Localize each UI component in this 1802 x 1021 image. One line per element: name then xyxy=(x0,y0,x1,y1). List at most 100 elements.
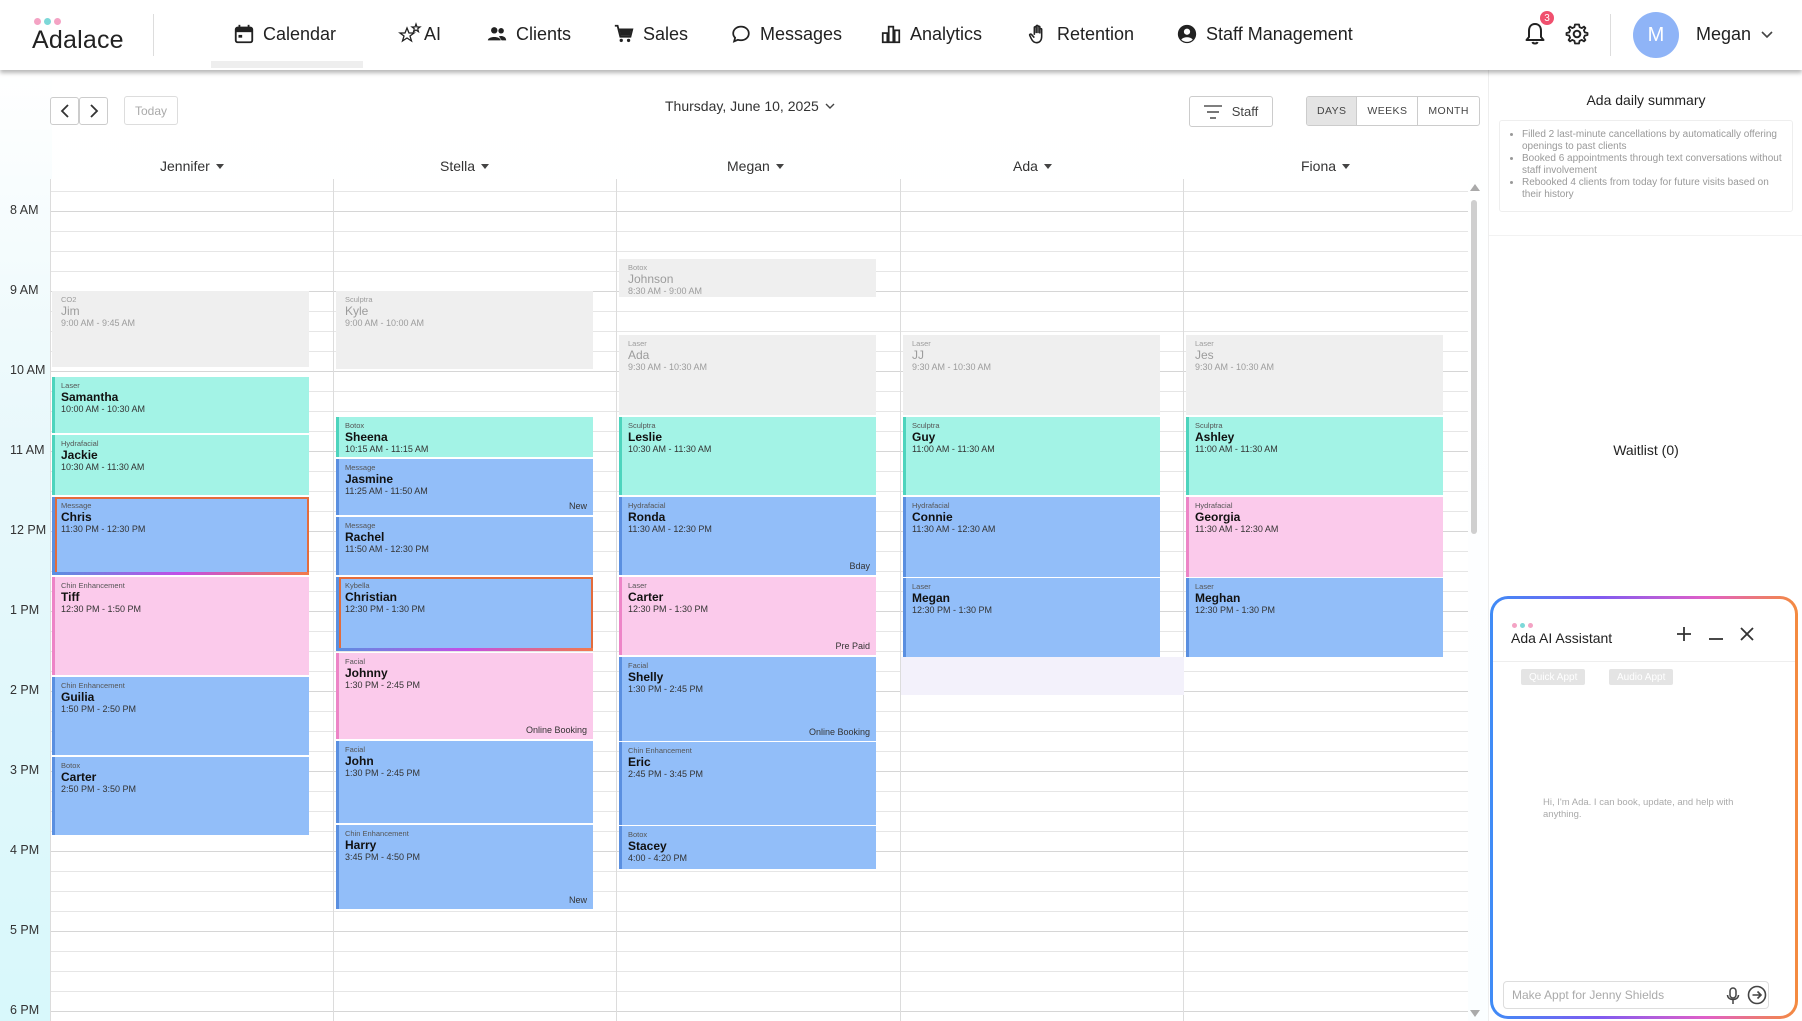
appointment-service: Botox xyxy=(345,421,365,431)
assistant-title: Ada AI Assistant xyxy=(1511,630,1613,646)
appointment-time: 11:30 AM - 12:30 AM xyxy=(1195,523,1279,534)
view-month-button[interactable]: MONTH xyxy=(1418,97,1479,125)
hour-label: 3 PM xyxy=(10,763,40,777)
appointment-block[interactable]: Kybella Christian 12:30 PM - 1:30 PM xyxy=(336,576,593,651)
summary-title: Ada daily summary xyxy=(1586,92,1706,108)
bell-icon[interactable] xyxy=(1523,21,1547,47)
appointment-block[interactable]: Hydrafacial Connie 11:30 AM - 12:30 AM xyxy=(903,496,1160,577)
appointment-service: Laser xyxy=(912,339,931,348)
appointment-block[interactable]: Sculptra Ashley 11:00 AM - 11:30 AM xyxy=(1186,416,1443,495)
appointment-client: Samantha xyxy=(61,390,119,405)
appointment-block[interactable]: Laser Ada 9:30 AM - 10:30 AM xyxy=(619,335,876,415)
nav-item-staff-management[interactable]: Staff Management xyxy=(1176,18,1353,50)
appointment-block[interactable]: Chin Enhancement Guilia 1:50 PM - 2:50 PM xyxy=(52,676,309,755)
appointment-block[interactable]: Laser Meghan 12:30 PM - 1:30 PM xyxy=(1186,578,1443,658)
appointment-block[interactable]: Facial Johnny 1:30 PM - 2:45 PM Online Book… xyxy=(336,652,593,739)
appointment-block[interactable]: Sculptra Kyle 9:00 AM - 10:00 AM xyxy=(336,291,593,370)
nav-item-analytics[interactable]: Analytics xyxy=(880,18,982,50)
today-button[interactable]: Today xyxy=(124,96,178,125)
appointment-block[interactable]: Botox Carter 2:50 PM - 3:50 PM xyxy=(52,756,309,835)
previous-day-button[interactable] xyxy=(50,97,79,125)
appointment-service: Chin Enhancement xyxy=(345,828,409,838)
appointment-block[interactable]: Message Rachel 11:50 AM - 12:30 PM xyxy=(336,516,593,575)
appointment-block[interactable]: Facial Shelly 1:30 PM - 2:45 PM Online Book… xyxy=(619,656,876,741)
nav-item-calendar[interactable]: Calendar xyxy=(233,18,336,50)
calendar-icon xyxy=(234,24,254,44)
appointment-client: Harry xyxy=(345,837,377,852)
send-icon[interactable] xyxy=(1747,985,1767,1005)
appointment-block[interactable]: Botox Johnson 8:30 AM - 9:00 AM xyxy=(619,259,876,298)
appointment-block[interactable]: Laser Megan 12:30 PM - 1:30 PM xyxy=(903,578,1160,658)
waitlist-label[interactable]: Waitlist (0) xyxy=(1489,442,1802,458)
appointment-block[interactable]: Facial John 1:30 PM - 2:45 PM xyxy=(336,740,593,823)
quick-appt-chip[interactable]: Quick Appt xyxy=(1521,669,1586,685)
highlighted-slot[interactable] xyxy=(901,657,1184,696)
audio-appt-chip[interactable]: Audio Appt xyxy=(1609,669,1674,685)
appointment-client: Christian xyxy=(345,589,398,604)
next-day-button[interactable] xyxy=(79,97,108,125)
appointment-client: Carter xyxy=(61,769,97,784)
appointment-block[interactable]: Botox Stacey 4:00 - 4:20 PM xyxy=(619,826,876,869)
staff-column-header[interactable]: Stella xyxy=(440,158,490,174)
appointment-time: 12:30 PM - 1:30 PM xyxy=(1195,605,1276,616)
appointment-service: Kybella xyxy=(345,580,370,590)
close-icon[interactable] xyxy=(1738,625,1756,643)
staff-filter-button[interactable]: Staff xyxy=(1189,96,1273,127)
date-picker[interactable]: Thursday, June 10, 2025 xyxy=(665,98,835,114)
appointment-time: 11:30 PM - 12:30 PM xyxy=(61,523,146,534)
scrollbar-thumb[interactable] xyxy=(1471,200,1477,534)
appointment-block[interactable]: Sculptra Leslie 10:30 AM - 11:30 AM xyxy=(619,416,876,495)
staff-column-header[interactable]: Ada xyxy=(1013,158,1052,174)
gear-icon[interactable] xyxy=(1565,22,1589,46)
appointment-block[interactable]: Message Chris 11:30 PM - 12:30 PM xyxy=(52,496,309,575)
appointment-block[interactable]: Hydrafacial Jackie 10:30 AM - 11:30 AM xyxy=(52,435,309,495)
top-navigation-bar: Adalace Calendar AI Clients Sales Messag… xyxy=(0,0,1802,70)
appointment-time: 12:30 PM - 1:30 PM xyxy=(345,603,426,614)
ai-assistant-panel: Ada AI Assistant Quick Appt Audio Appt H… xyxy=(1490,596,1798,1019)
chevron-down-icon[interactable] xyxy=(1761,31,1773,39)
microphone-icon[interactable] xyxy=(1725,987,1741,1005)
appointment-block[interactable]: CO2 Jim 9:00 AM - 9:45 AM xyxy=(52,291,309,367)
calendar-grid[interactable]: CO2 Jim 9:00 AM - 9:45 AM Laser Samantha 10:0… xyxy=(50,179,1468,1021)
nav-item-messages[interactable]: Messages xyxy=(730,18,842,50)
view-days-button[interactable]: DAYS xyxy=(1307,97,1358,125)
divider xyxy=(153,14,154,56)
scroll-up-arrow[interactable] xyxy=(1470,184,1480,191)
assistant-hint: Hi, I'm Ada. I can book, update, and hel… xyxy=(1543,797,1734,820)
appointment-block[interactable]: Chin Enhancement Tiff 12:30 PM - 1:50 PM xyxy=(52,576,309,675)
staff-name: Stella xyxy=(440,158,476,174)
appointment-block[interactable]: Laser Carter 12:30 PM - 1:30 PM Pre Paid xyxy=(619,576,876,655)
appointment-service: Laser xyxy=(61,381,80,391)
appointment-client: Connie xyxy=(912,509,953,524)
view-weeks-button[interactable]: WEEKS xyxy=(1357,97,1419,125)
appointment-block[interactable]: Laser JJ 9:30 AM - 10:30 AM xyxy=(903,335,1160,415)
staff-column-header[interactable]: Jennifer xyxy=(160,158,224,174)
avatar[interactable]: M xyxy=(1633,12,1679,58)
user-name[interactable]: Megan xyxy=(1696,24,1751,45)
chevron-down-icon xyxy=(825,103,835,109)
appointment-block[interactable]: Message Jasmine 11:25 AM - 11:50 AM New xyxy=(336,459,593,515)
appointment-service: Botox xyxy=(628,830,648,840)
nav-item-sales[interactable]: Sales xyxy=(613,18,688,50)
appointment-tag: Bday xyxy=(849,560,870,571)
nav-item-clients[interactable]: Clients xyxy=(486,18,571,50)
plus-icon[interactable] xyxy=(1675,625,1693,643)
appointment-block[interactable]: Sculptra Guy 11:00 AM - 11:30 AM xyxy=(903,416,1160,495)
staff-filter-label: Staff xyxy=(1231,104,1259,119)
appointment-block[interactable]: Laser Samantha 10:00 AM - 10:30 AM xyxy=(52,377,309,434)
appointment-block[interactable]: Chin Enhancement Harry 3:45 PM - 4:50 PM Ne… xyxy=(336,824,593,909)
scroll-down-arrow[interactable] xyxy=(1470,1010,1480,1017)
nav-item-label: Calendar xyxy=(263,23,337,44)
minimize-icon[interactable] xyxy=(1707,625,1725,643)
appointment-block[interactable]: Botox Sheena 10:15 AM - 11:15 AM xyxy=(336,417,593,457)
staff-column-header[interactable]: Fiona xyxy=(1301,158,1351,174)
appointment-block[interactable]: Chin Enhancement Eric 2:45 PM - 3:45 PM xyxy=(619,742,876,825)
appointment-block[interactable]: Laser Jes 9:30 AM - 10:30 AM xyxy=(1186,335,1443,415)
nav-item-ai[interactable]: AI xyxy=(398,18,441,50)
appointment-block[interactable]: Hydrafacial Georgia 11:30 AM - 12:30 AM xyxy=(1186,496,1443,577)
appointment-service: Chin Enhancement xyxy=(628,746,692,756)
appointment-block[interactable]: Hydrafacial Ronda 11:30 AM - 12:30 PM Bday xyxy=(619,496,876,575)
nav-item-retention[interactable]: Retention xyxy=(1027,18,1134,50)
people-icon xyxy=(487,27,507,41)
staff-column-header[interactable]: Megan xyxy=(727,158,784,174)
